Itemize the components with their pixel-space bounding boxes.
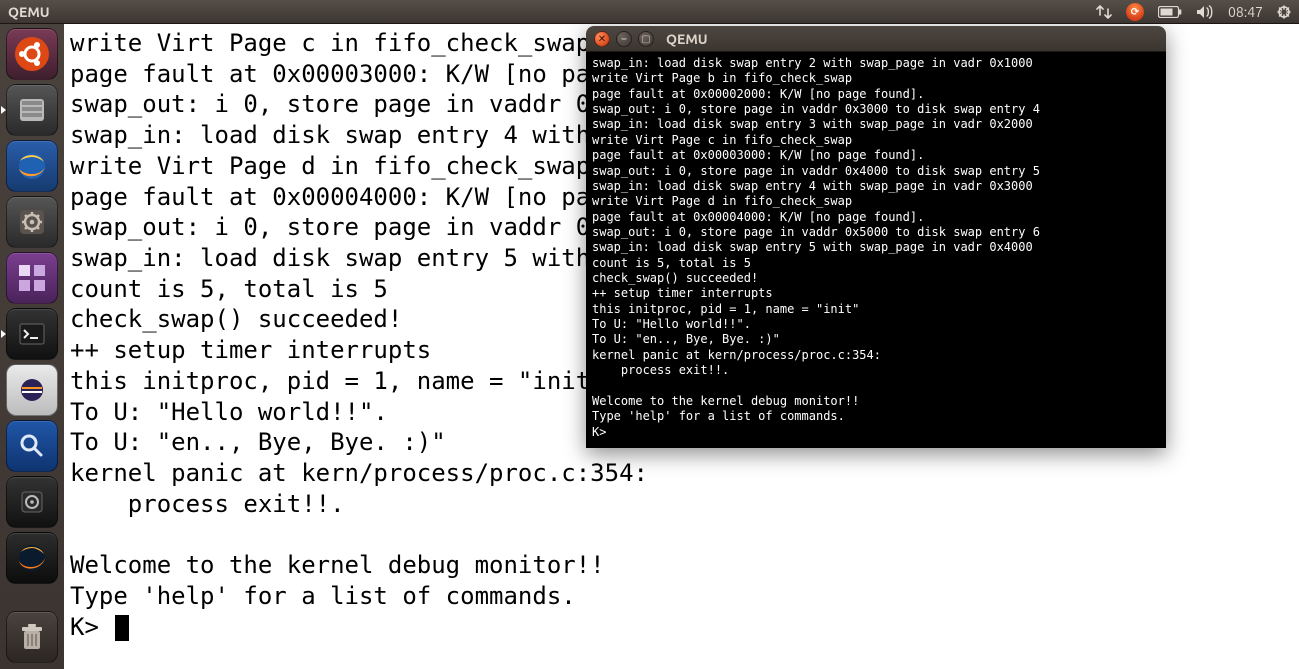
firefox-orange-icon <box>16 542 48 574</box>
launcher-magnifier[interactable] <box>6 420 58 472</box>
launcher-dejadup[interactable] <box>6 476 58 528</box>
session-icon[interactable] <box>1277 5 1291 19</box>
terminal-icon <box>17 319 47 349</box>
titlebar[interactable]: ✕ – ▢ QEMU <box>586 26 1166 52</box>
qemu-back-prompt[interactable]: K> <box>70 613 113 641</box>
eclipse-icon <box>17 375 47 405</box>
magnifier-icon <box>17 431 47 461</box>
workspace-icon <box>17 263 47 293</box>
menubar: QEMU ⟳ 08:47 <box>0 0 1299 24</box>
ubuntu-icon <box>14 36 50 72</box>
qemu-front-output: swap_in: load disk swap entry 2 with swa… <box>586 52 1166 448</box>
cursor-icon <box>115 615 129 641</box>
qemu-window-front[interactable]: ✕ – ▢ QEMU swap_in: load disk swap entry… <box>586 26 1166 448</box>
window-maximize-button[interactable]: ▢ <box>638 31 654 47</box>
launcher-firefox-dev[interactable] <box>6 532 58 584</box>
launcher-settings[interactable] <box>6 196 58 248</box>
launcher-dash[interactable] <box>6 28 58 80</box>
settings-icon <box>16 206 48 238</box>
window-minimize-button[interactable]: – <box>616 31 632 47</box>
launcher-workspace[interactable] <box>6 252 58 304</box>
indicator-badge[interactable]: ⟳ <box>1126 3 1144 21</box>
unity-launcher <box>0 24 64 669</box>
firefox-icon <box>15 149 49 183</box>
running-pip-icon <box>1 330 6 338</box>
network-icon[interactable] <box>1096 5 1112 19</box>
trash-icon <box>19 623 45 651</box>
launcher-firefox[interactable] <box>6 140 58 192</box>
window-title: QEMU <box>666 31 708 47</box>
radiance-icon: ⟳ <box>1126 3 1144 21</box>
launcher-terminal[interactable] <box>6 308 58 360</box>
files-icon <box>15 93 49 127</box>
launcher-files[interactable] <box>6 84 58 136</box>
menubar-appname: QEMU <box>8 4 50 20</box>
clock[interactable]: 08:47 <box>1228 4 1263 20</box>
window-close-button[interactable]: ✕ <box>594 31 610 47</box>
launcher-eclipse[interactable] <box>6 364 58 416</box>
sound-icon[interactable] <box>1196 5 1214 19</box>
safe-icon <box>17 487 47 517</box>
battery-icon[interactable] <box>1158 6 1182 18</box>
running-pip-icon <box>1 106 6 114</box>
launcher-trash[interactable] <box>6 611 58 663</box>
